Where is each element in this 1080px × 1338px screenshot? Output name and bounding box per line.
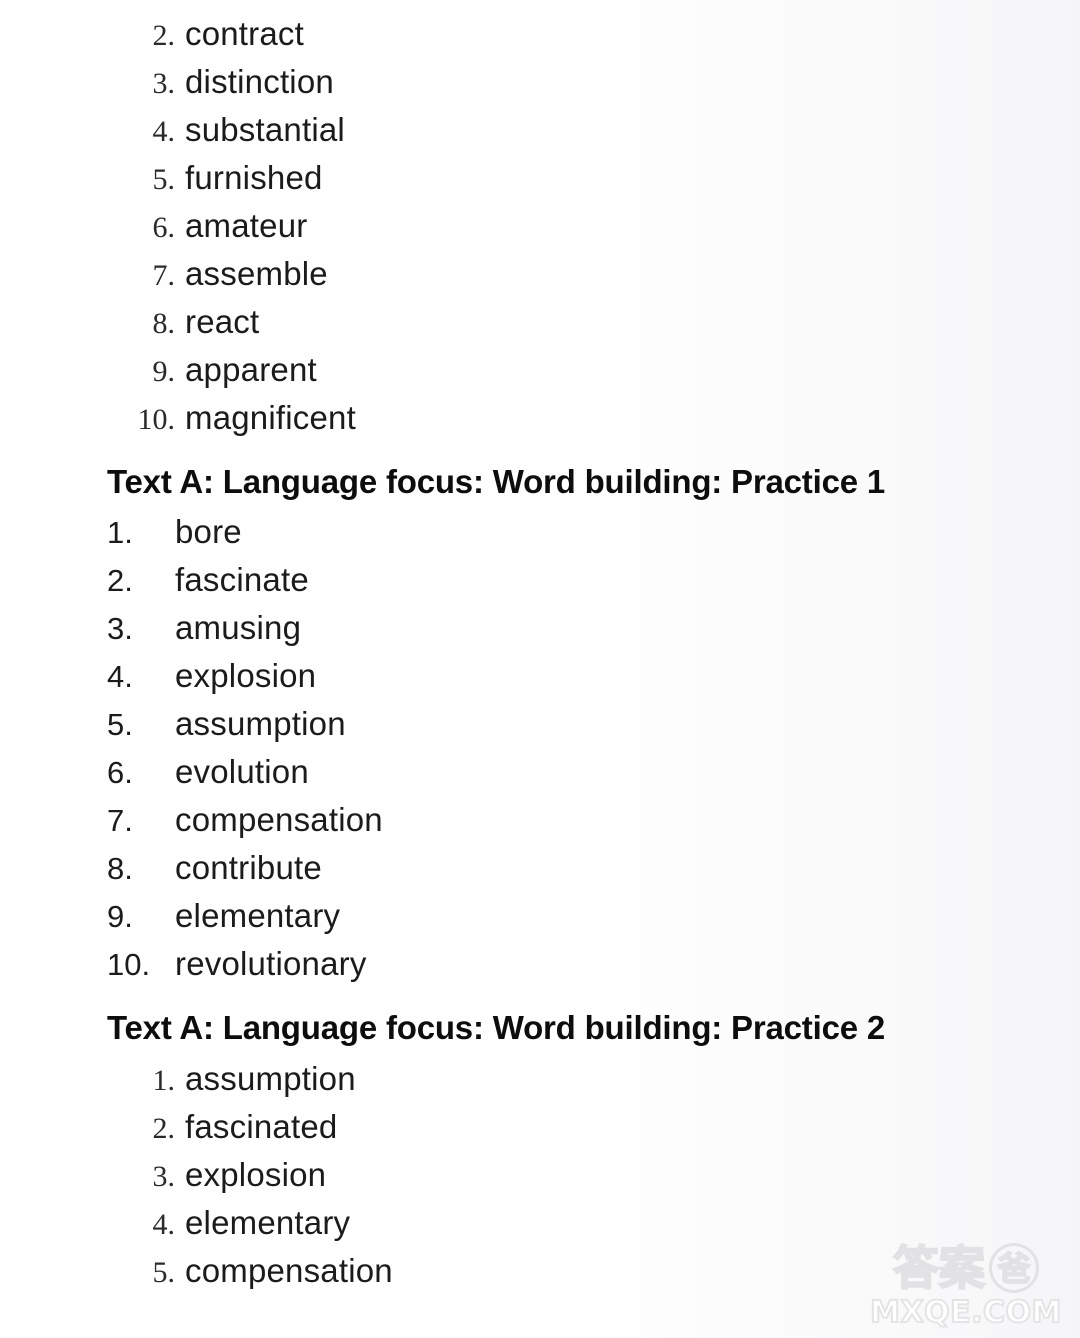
watermark-chinese: 答案 爸	[866, 1241, 1066, 1295]
answer-list-item: 4. explosion	[107, 652, 383, 700]
answer-item-number: 1.	[152, 1064, 176, 1097]
answer-list-item: 1. bore	[107, 508, 383, 556]
answer-item-word: assemble	[185, 255, 328, 292]
answer-item-word: compensation	[175, 801, 383, 838]
scan-shading-overlay	[610, 0, 1080, 1338]
answer-item-word: apparent	[185, 351, 317, 388]
answer-item-number: 1.	[107, 515, 133, 550]
answer-list-item: 7. assemble	[107, 250, 356, 298]
answer-item-number: 8.	[152, 307, 176, 340]
answer-item-word: distinction	[185, 63, 334, 100]
answer-item-number: 7.	[152, 259, 176, 292]
answer-item-word: bore	[175, 513, 242, 550]
answer-list-item: 2. contract	[107, 10, 356, 58]
answer-list-item: 10. magnificent	[107, 394, 356, 442]
answer-item-word: elementary	[185, 1204, 351, 1241]
answer-item-word: furnished	[185, 159, 323, 196]
answer-item-word: explosion	[175, 657, 317, 694]
answer-list: 2. contract 3. distinction 4. substantial 5. fu…	[107, 10, 356, 442]
section-heading: Text A: Language focus: Word building: P…	[107, 463, 885, 500]
answer-item-word: amusing	[175, 609, 302, 646]
answer-item-number: 5.	[152, 163, 176, 196]
answer-list-item: 9. apparent	[107, 346, 356, 394]
answer-list: 1. bore 2. fascinate 3. amusing 4. explosion 5. a…	[107, 508, 383, 988]
answer-item-number: 5.	[152, 1256, 176, 1289]
watermark-chinese-circled: 爸	[989, 1243, 1039, 1293]
answer-item-number: 2.	[152, 19, 176, 52]
answer-item-word: contract	[185, 15, 304, 52]
answer-list-item: 3. explosion	[107, 1151, 393, 1199]
watermark: 答案 爸 MXQE.COM	[866, 1241, 1066, 1331]
answer-list-item: 9. elementary	[107, 892, 383, 940]
answer-item-number: 9.	[107, 899, 133, 934]
answer-item-word: revolutionary	[175, 945, 367, 982]
answer-item-number: 10.	[107, 947, 151, 982]
answer-list-item: 1. assumption	[107, 1055, 393, 1103]
answer-item-number: 3.	[152, 67, 176, 100]
answer-list-item: 5. furnished	[107, 154, 356, 202]
answer-list-item: 10. revolutionary	[107, 940, 383, 988]
answer-item-number: 4.	[152, 1208, 176, 1241]
watermark-chinese-prefix: 答案	[892, 1241, 986, 1295]
answer-list-block: 1. assumption 2. fascinated 3. explosion 4. ele…	[107, 1055, 393, 1295]
answer-list-item: 7. compensation	[107, 796, 383, 844]
answer-item-word: explosion	[185, 1156, 327, 1193]
answer-item-word: contribute	[175, 849, 322, 886]
answer-item-number: 9.	[152, 355, 176, 388]
answer-item-number: 4.	[152, 115, 176, 148]
answer-item-number: 4.	[107, 659, 133, 694]
answer-item-number: 5.	[107, 707, 133, 742]
answer-item-word: elementary	[175, 897, 341, 934]
answer-item-number: 2.	[152, 1112, 176, 1145]
document-page: 2. contract 3. distinction 4. substantial 5. fu…	[0, 0, 1080, 1338]
answer-item-number: 2.	[107, 563, 133, 598]
section-heading: Text A: Language focus: Word building: P…	[107, 1009, 885, 1046]
answer-item-number: 8.	[107, 851, 133, 886]
answer-list-block: 2. contract 3. distinction 4. substantial 5. fu…	[107, 10, 356, 442]
answer-item-number: 10.	[137, 403, 176, 436]
answer-item-word: assumption	[185, 1060, 356, 1097]
answer-item-word: substantial	[185, 111, 345, 148]
answer-list-item: 8. react	[107, 298, 356, 346]
answer-item-number: 3.	[107, 611, 133, 646]
answer-item-word: fascinate	[175, 561, 309, 598]
answer-list-item: 6. amateur	[107, 202, 356, 250]
answer-list-item: 2. fascinate	[107, 556, 383, 604]
answer-item-number: 6.	[152, 211, 176, 244]
answer-item-word: react	[185, 303, 260, 340]
answer-list-item: 3. distinction	[107, 58, 356, 106]
answer-item-number: 6.	[107, 755, 133, 790]
answer-list-block: 1. bore 2. fascinate 3. amusing 4. explosion 5. a…	[107, 508, 383, 988]
answer-list-item: 8. contribute	[107, 844, 383, 892]
answer-list-item: 3. amusing	[107, 604, 383, 652]
answer-list-item: 5. assumption	[107, 700, 383, 748]
answer-item-word: magnificent	[185, 399, 356, 436]
answer-item-word: amateur	[185, 207, 308, 244]
watermark-domain: MXQE.COM	[869, 1295, 1062, 1331]
answer-item-word: evolution	[175, 753, 309, 790]
answer-list-item: 2. fascinated	[107, 1103, 393, 1151]
answer-list-item: 4. substantial	[107, 106, 356, 154]
answer-item-word: compensation	[185, 1252, 393, 1289]
answer-item-number: 7.	[107, 803, 133, 838]
answer-item-word: assumption	[175, 705, 346, 742]
answer-list-item: 4. elementary	[107, 1199, 393, 1247]
answer-list-item: 6. evolution	[107, 748, 383, 796]
answer-list: 1. assumption 2. fascinated 3. explosion 4. ele…	[107, 1055, 393, 1295]
answer-list-item: 5. compensation	[107, 1247, 393, 1295]
answer-item-number: 3.	[152, 1160, 176, 1193]
answer-item-word: fascinated	[185, 1108, 338, 1145]
